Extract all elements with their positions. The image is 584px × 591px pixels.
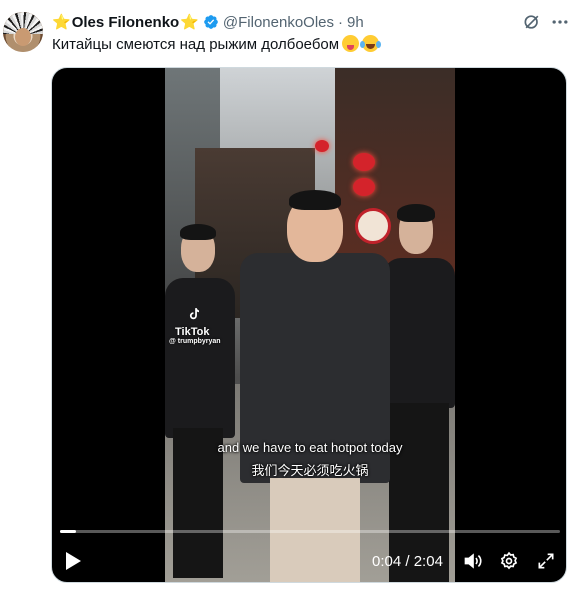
fullscreen-icon[interactable] — [536, 551, 556, 571]
tears-of-joy-emoji — [360, 35, 380, 52]
grok-icon[interactable] — [522, 12, 542, 32]
handle[interactable]: @FilonenkoOles — [223, 14, 334, 31]
volume-icon[interactable] — [463, 551, 483, 571]
current-time: 0:04 — [372, 553, 402, 570]
settings-icon[interactable] — [499, 551, 519, 571]
display-name[interactable]: Oles Filonenko — [72, 14, 180, 31]
video-progress-bar[interactable] — [60, 530, 560, 533]
tweet: ⭐ Oles Filonenko ⭐ @FilonenkoOles · 9h К… — [0, 0, 584, 591]
winking-tongue-emoji — [342, 35, 360, 52]
video-player[interactable]: TikTok @ trumpbyryan and we have to eat … — [51, 67, 567, 583]
star-emoji-left: ⭐ — [52, 13, 71, 31]
more-icon[interactable] — [550, 12, 570, 32]
subtitle-chinese: 我们今天必须吃火锅 — [251, 463, 369, 478]
time-separator: / — [405, 553, 410, 570]
tweet-text-row: Китайцы смеются над рыжим долбоебом — [52, 35, 380, 55]
tiktok-username: @ trumpbyryan — [169, 338, 221, 345]
timestamp[interactable]: 9h — [347, 14, 364, 31]
verified-badge-icon[interactable] — [203, 14, 219, 30]
video-progress-fill — [60, 530, 76, 533]
duration: 2:04 — [413, 553, 443, 570]
video-frame[interactable]: TikTok @ trumpbyryan — [165, 68, 455, 582]
star-emoji-right: ⭐ — [180, 13, 199, 31]
tiktok-watermark: TikTok — [175, 326, 210, 338]
video-time: 0:04 / 2:04 — [372, 553, 443, 570]
tweet-text: Китайцы смеются над рыжим долбоебом — [52, 36, 340, 53]
play-icon[interactable] — [64, 551, 82, 571]
tiktok-logo-icon — [189, 308, 200, 320]
subtitle-english: and we have to eat hotpot today — [217, 440, 403, 455]
tweet-header: ⭐ Oles Filonenko ⭐ @FilonenkoOles · 9h — [52, 11, 364, 33]
separator-dot: · — [338, 13, 344, 31]
avatar[interactable] — [3, 12, 43, 52]
